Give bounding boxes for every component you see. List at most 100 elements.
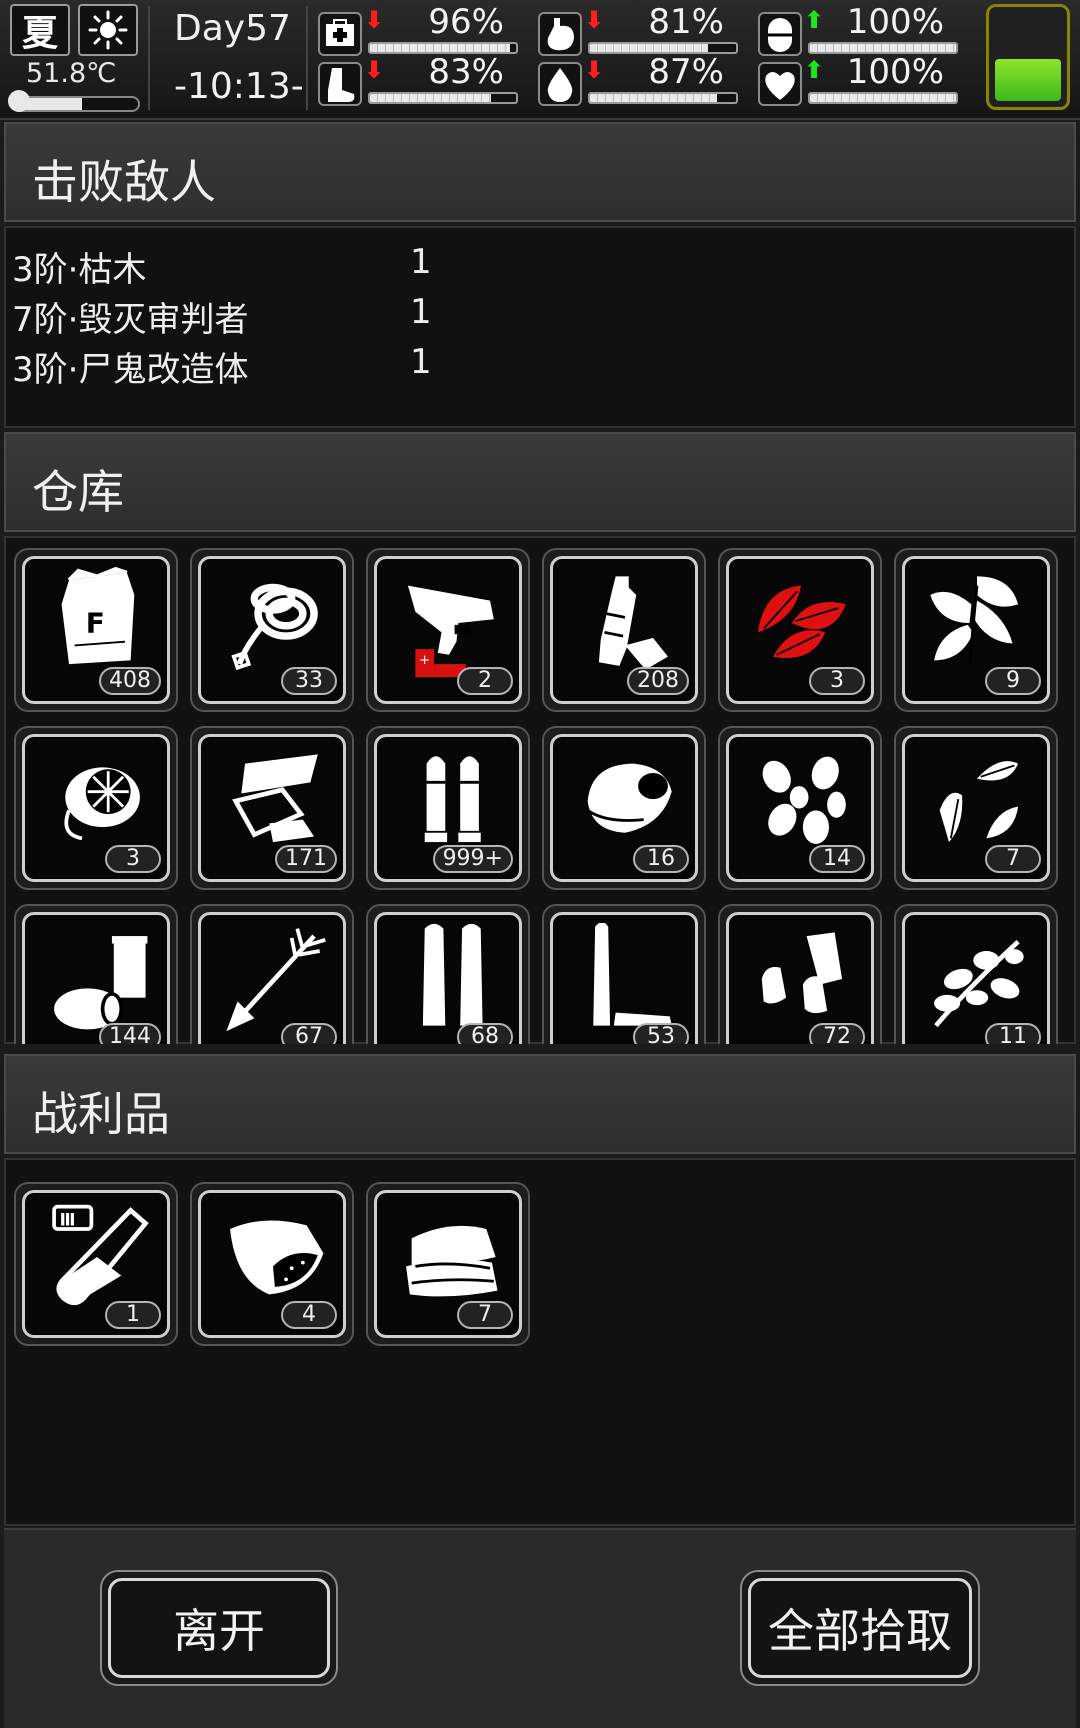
rotten-meat-icon bbox=[230, 1220, 324, 1295]
trend-down-icon: ⬇ bbox=[364, 6, 385, 34]
item-count: 68 bbox=[457, 1023, 513, 1044]
item-frame: 7 bbox=[902, 734, 1050, 882]
scrap-metal-icon bbox=[232, 754, 318, 843]
pill-icon bbox=[758, 12, 802, 56]
item-frame: Ⅲ1 bbox=[22, 1190, 170, 1338]
red-herb-icon bbox=[758, 585, 846, 659]
item-frame: 3 bbox=[22, 734, 170, 882]
test-tube-icon: Ⅲ bbox=[52, 1204, 149, 1306]
item-slot[interactable]: 7 bbox=[366, 1182, 530, 1346]
item-frame: 16 bbox=[550, 734, 698, 882]
item-count: 1 bbox=[105, 1301, 161, 1329]
svg-text:Ⅲ: Ⅲ bbox=[60, 1209, 76, 1229]
clock: -10:13- bbox=[174, 66, 304, 107]
flour-bag-icon: F bbox=[61, 567, 135, 665]
sunflower-seeds-icon bbox=[939, 761, 1019, 843]
pistol-ammo-icon bbox=[424, 756, 481, 843]
stat-bar-fill bbox=[810, 94, 956, 102]
svg-text:F: F bbox=[86, 606, 105, 639]
heart-icon bbox=[758, 62, 802, 106]
leave-button[interactable]: 离开 bbox=[100, 1570, 338, 1686]
item-frame: 67 bbox=[198, 912, 346, 1044]
stat-bar-fill bbox=[370, 44, 511, 52]
enemy-name: 3阶·尸鬼改造体 bbox=[12, 350, 249, 390]
item-count: 7 bbox=[457, 1301, 513, 1329]
warehouse-grid[interactable]: F 408 33 +2 208 3 9 3 171 999+ 16 14 7 144 67 68 53 72 11 bbox=[0, 536, 1080, 1044]
item-frame: +2 bbox=[374, 556, 522, 704]
item-slot[interactable]: 999+ bbox=[366, 726, 530, 890]
loot-header: 战利品 bbox=[4, 1054, 1076, 1154]
item-frame: 208 bbox=[550, 556, 698, 704]
status-bar: 夏 51.8℃ Day57 -10:13- ⬇ 96% ⬇ 81% ⬆ 100% ⬇ 83% ⬇… bbox=[0, 0, 1080, 120]
battery-fill bbox=[995, 59, 1061, 101]
trend-up-icon: ⬆ bbox=[804, 6, 825, 34]
divider bbox=[306, 6, 308, 110]
svg-text:+: + bbox=[419, 653, 430, 668]
item-slot[interactable]: 11 bbox=[894, 904, 1058, 1044]
item-slot[interactable]: 14 bbox=[718, 726, 882, 890]
item-count: 144 bbox=[99, 1023, 161, 1044]
trend-down-icon: ⬇ bbox=[584, 6, 605, 34]
item-count: 14 bbox=[809, 845, 865, 873]
stat-health: ⬇ 96% bbox=[318, 2, 518, 56]
item-frame: 11 bbox=[902, 912, 1050, 1044]
item-slot[interactable]: 9 bbox=[894, 548, 1058, 712]
item-slot[interactable]: 7 bbox=[894, 726, 1058, 890]
item-frame: F 408 bbox=[22, 556, 170, 704]
pick-all-button[interactable]: 全部拾取 bbox=[740, 1570, 980, 1686]
item-frame: 144 bbox=[22, 912, 170, 1044]
temperature-value: 51.8℃ bbox=[26, 58, 117, 89]
item-slot[interactable]: 4 bbox=[190, 1182, 354, 1346]
item-count: 16 bbox=[633, 845, 689, 873]
item-count: 4 bbox=[281, 1301, 337, 1329]
day-counter: Day57 bbox=[174, 8, 291, 49]
season-indicator: 夏 bbox=[10, 4, 70, 56]
item-slot[interactable]: F 408 bbox=[14, 548, 178, 712]
item-frame: 68 bbox=[374, 912, 522, 1044]
thermometer-icon bbox=[8, 90, 30, 112]
thermometer-bar bbox=[12, 96, 140, 112]
item-count: 33 bbox=[281, 667, 337, 695]
water-drop-icon bbox=[538, 62, 582, 106]
trend-down-icon: ⬇ bbox=[364, 56, 385, 84]
loot-grid[interactable]: Ⅲ147 bbox=[0, 1158, 1080, 1528]
pick-all-button-label: 全部拾取 bbox=[748, 1578, 972, 1678]
enemy-count: 1 bbox=[410, 342, 432, 382]
item-slot[interactable]: 3 bbox=[718, 548, 882, 712]
item-frame: 33 bbox=[198, 556, 346, 704]
item-slot[interactable]: 53 bbox=[542, 904, 706, 1044]
stat-bar-fill bbox=[810, 44, 956, 52]
item-slot[interactable]: 68 bbox=[366, 904, 530, 1044]
item-slot[interactable]: 33 bbox=[190, 548, 354, 712]
rifle-ammo-icon bbox=[422, 923, 483, 1026]
herb-branch-icon bbox=[934, 939, 1024, 1028]
item-frame: 3 bbox=[726, 556, 874, 704]
stat-hunger: ⬇ 81% bbox=[538, 2, 738, 56]
stat-bar bbox=[588, 92, 738, 104]
item-slot[interactable]: +2 bbox=[366, 548, 530, 712]
item-slot[interactable]: 144 bbox=[14, 904, 178, 1044]
section-title: 击败敌人 bbox=[32, 155, 216, 209]
leave-button-label: 离开 bbox=[108, 1578, 330, 1678]
cloth-icon bbox=[406, 1225, 498, 1297]
item-count: 67 bbox=[281, 1023, 337, 1044]
mint-leaf-icon bbox=[930, 576, 1019, 665]
stat-bar bbox=[368, 92, 518, 104]
item-slot[interactable]: 3 bbox=[14, 726, 178, 890]
item-count: 11 bbox=[985, 1023, 1041, 1044]
item-slot[interactable]: 67 bbox=[190, 904, 354, 1044]
rope-icon bbox=[231, 583, 318, 671]
item-slot[interactable]: Ⅲ1 bbox=[14, 1182, 178, 1346]
stat-percent: 96% bbox=[428, 2, 504, 42]
stat-percent: 87% bbox=[648, 52, 724, 92]
item-slot[interactable]: 208 bbox=[542, 548, 706, 712]
trend-up-icon: ⬆ bbox=[804, 56, 825, 84]
arrow-icon bbox=[226, 928, 326, 1032]
item-slot[interactable]: 16 bbox=[542, 726, 706, 890]
item-slot[interactable]: 72 bbox=[718, 904, 882, 1044]
item-frame: 999+ bbox=[374, 734, 522, 882]
item-frame: 53 bbox=[550, 912, 698, 1044]
item-slot[interactable]: 171 bbox=[190, 726, 354, 890]
stat-bar-fill bbox=[590, 44, 709, 52]
plastic-bottle-icon bbox=[598, 576, 668, 670]
